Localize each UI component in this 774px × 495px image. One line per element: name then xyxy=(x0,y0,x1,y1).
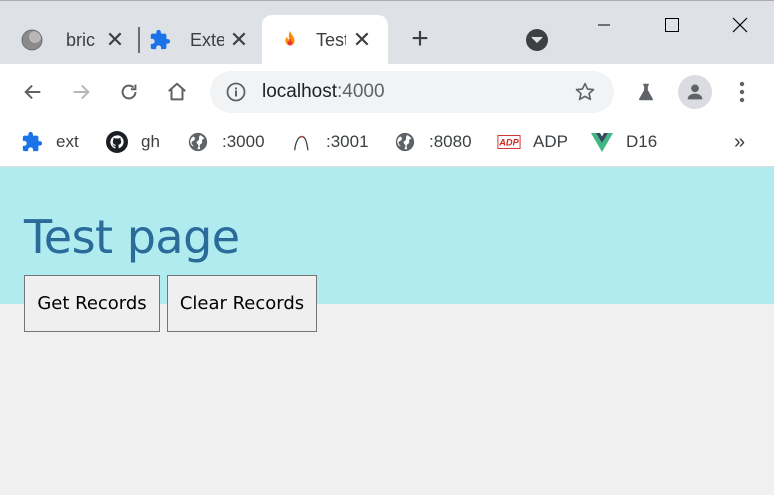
tab-title: Exte xyxy=(190,29,224,50)
home-icon xyxy=(168,82,186,101)
bookmark-label: :3001 xyxy=(326,132,369,151)
url-port: :4000 xyxy=(337,81,385,102)
maximize-icon xyxy=(665,18,679,32)
bookmarks-overflow-button[interactable]: » xyxy=(734,128,745,156)
tab-title: Test xyxy=(316,29,346,50)
puzzle-icon xyxy=(148,28,172,52)
bookmark-ext[interactable]: ext xyxy=(20,128,79,156)
svg-text:ADP: ADP xyxy=(498,138,519,148)
vue-logo-icon xyxy=(590,130,614,154)
tab-bric[interactable]: bric ✕ xyxy=(20,15,130,65)
home-button[interactable] xyxy=(163,78,191,106)
back-button[interactable] xyxy=(19,78,47,106)
bookmark-d16[interactable]: D16 xyxy=(590,128,657,156)
bookmark-adp[interactable]: ADP ADP xyxy=(497,128,568,156)
bookmark-3001[interactable]: :3001 xyxy=(290,128,369,156)
clear-records-button[interactable]: Clear Records xyxy=(167,275,317,332)
adp-logo-icon: ADP xyxy=(497,130,521,154)
chevron-down-icon xyxy=(531,36,543,44)
tab-extensions[interactable]: Exte ✕ xyxy=(148,15,258,65)
url-text[interactable]: localhost:4000 xyxy=(262,81,385,103)
bookmarks-bar: ext gh :3000 :3001 :8080 ADP ADP D16 » xyxy=(0,120,774,167)
bookmark-label: :8080 xyxy=(429,132,472,151)
get-records-button[interactable]: Get Records xyxy=(24,275,160,332)
bookmark-label: D16 xyxy=(626,132,658,151)
address-bar[interactable]: localhost:4000 xyxy=(210,71,614,113)
reload-button[interactable] xyxy=(115,78,143,106)
tab-search-button[interactable] xyxy=(526,29,548,51)
kebab-menu-icon xyxy=(739,81,745,103)
minimize-icon xyxy=(598,24,610,26)
bookmark-gh[interactable]: gh xyxy=(105,128,160,156)
globe-icon xyxy=(186,130,210,154)
bookmark-label: ext xyxy=(56,132,79,151)
arc-icon xyxy=(290,130,314,154)
globe-icon xyxy=(20,28,44,52)
close-window-button[interactable] xyxy=(720,11,760,39)
labs-button[interactable] xyxy=(632,78,660,106)
bookmark-3000[interactable]: :3000 xyxy=(186,128,265,156)
star-icon[interactable] xyxy=(574,81,596,108)
browser-toolbar: localhost:4000 xyxy=(0,64,774,120)
profile-button[interactable] xyxy=(678,75,712,109)
tab-strip: bric ✕ Exte ✕ Test ✕ + xyxy=(0,0,774,65)
url-host: localhost xyxy=(262,81,337,102)
info-icon[interactable] xyxy=(226,82,246,107)
forward-arrow-icon xyxy=(73,84,90,100)
new-tab-button[interactable]: + xyxy=(407,24,433,54)
github-icon xyxy=(105,130,129,154)
page-title: Test page xyxy=(24,210,240,264)
forward-button[interactable] xyxy=(67,78,95,106)
fire-icon xyxy=(278,28,302,52)
close-icon[interactable]: ✕ xyxy=(104,29,126,51)
flask-icon xyxy=(639,83,653,101)
menu-button[interactable] xyxy=(728,78,756,106)
bookmark-8080[interactable]: :8080 xyxy=(393,128,472,156)
close-icon xyxy=(732,17,748,33)
puzzle-icon xyxy=(20,130,44,154)
tab-test[interactable]: Test ✕ xyxy=(262,15,388,65)
bookmark-label: :3000 xyxy=(222,132,265,151)
tab-title: bric xyxy=(66,29,96,50)
maximize-button[interactable] xyxy=(652,11,692,39)
avatar-icon xyxy=(687,84,703,100)
close-icon[interactable]: ✕ xyxy=(351,29,373,51)
close-icon[interactable]: ✕ xyxy=(228,29,250,51)
reload-icon xyxy=(121,84,137,100)
globe-icon xyxy=(393,130,417,154)
bookmark-label: ADP xyxy=(533,132,568,151)
tab-separator xyxy=(138,27,140,53)
minimize-button[interactable] xyxy=(584,11,624,39)
back-arrow-icon xyxy=(24,84,41,100)
bookmark-label: gh xyxy=(141,132,160,151)
